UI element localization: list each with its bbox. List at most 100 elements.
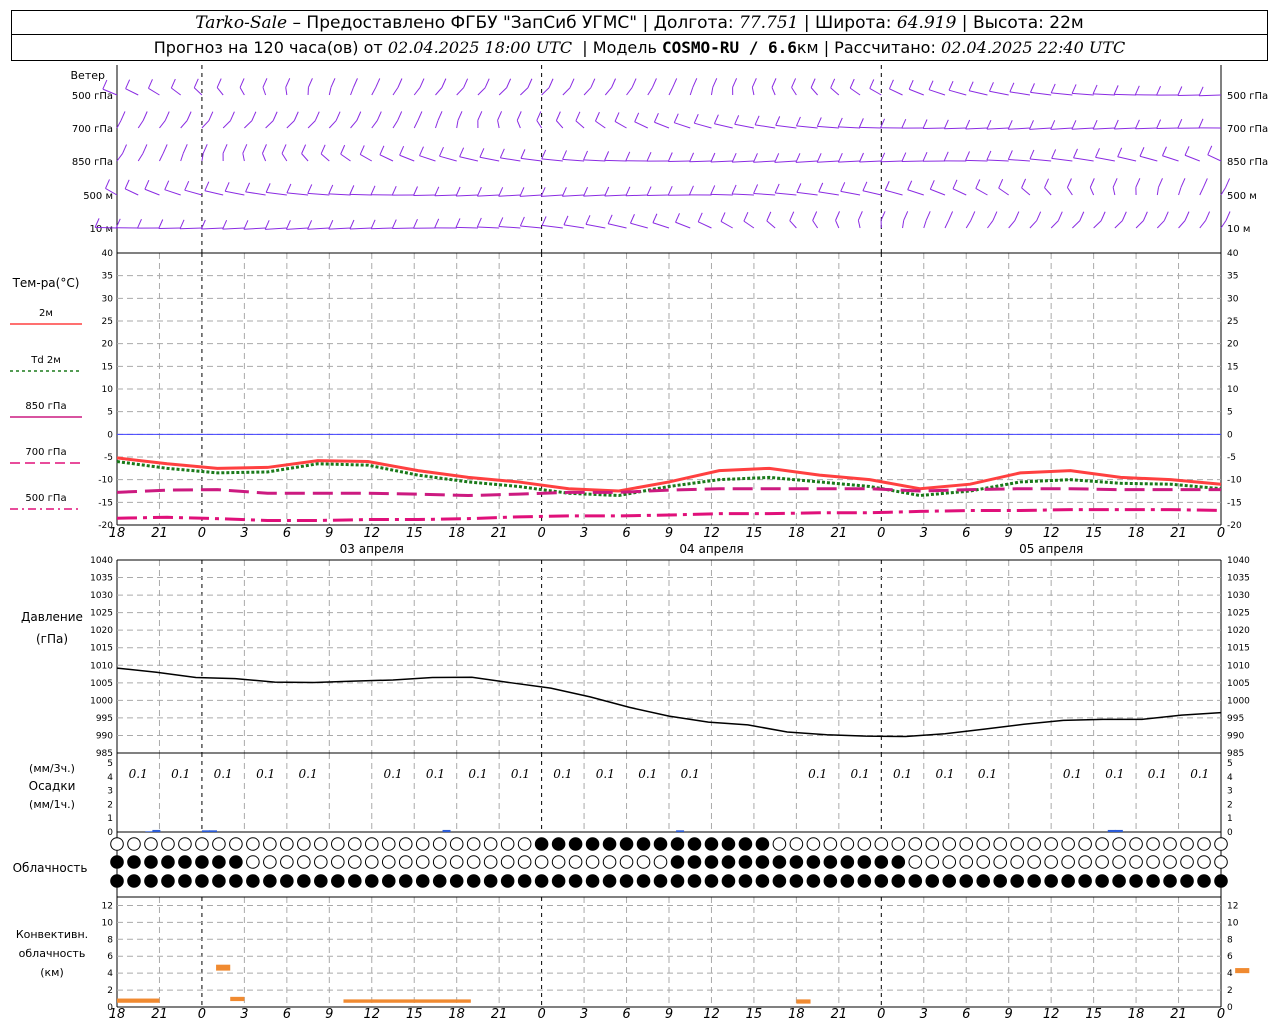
pressure-tick-left: 1005 xyxy=(90,679,113,689)
wind-barb xyxy=(583,87,592,96)
wind-barb-feather xyxy=(335,111,341,121)
wind-barb-feather xyxy=(998,178,1004,189)
wind-barb-feather xyxy=(1021,178,1027,189)
wind-barb-feather xyxy=(859,152,864,163)
hour-tick-label: 0 xyxy=(537,526,545,541)
wind-barb xyxy=(1044,187,1052,196)
wind-barb xyxy=(652,222,670,229)
temp-tick-left: -15 xyxy=(98,498,113,508)
wind-barb-feather xyxy=(771,78,777,88)
wind-barb-feather xyxy=(1007,120,1013,130)
cloud-symbol xyxy=(314,874,328,888)
wind-barb xyxy=(720,221,733,229)
wind-barb-feather xyxy=(1029,149,1035,160)
cloud-symbol xyxy=(1163,837,1177,851)
cloud-symbol xyxy=(161,837,175,851)
wind-barb xyxy=(392,227,415,230)
cloud-symbol xyxy=(687,874,702,888)
wind-barb-feather xyxy=(731,152,737,163)
cloud-symbol xyxy=(195,837,209,851)
wind-barb-feather xyxy=(285,220,291,230)
cloud-symbol xyxy=(110,837,124,851)
hour-tick-label: 6 xyxy=(622,526,630,541)
wind-barb-feather xyxy=(301,144,307,154)
cloud-symbol xyxy=(144,855,158,869)
pressure-tick-right: 985 xyxy=(1227,749,1244,759)
hour-tick-label: 18 xyxy=(448,1007,465,1022)
wind-barb-feather xyxy=(216,78,222,88)
wind-barb xyxy=(1117,156,1137,162)
conv-tick-right: 6 xyxy=(1227,952,1233,962)
convective-bar xyxy=(343,999,471,1003)
wind-barb xyxy=(775,124,797,129)
cloud-symbol xyxy=(721,837,736,851)
cloud-symbol xyxy=(331,837,345,851)
cloud-symbol xyxy=(178,855,192,869)
wind-barb xyxy=(626,87,633,96)
wind-barb xyxy=(562,158,585,162)
wind-barb-feather xyxy=(477,111,483,121)
temp-tick-left: -10 xyxy=(98,476,113,486)
wind-barb xyxy=(164,189,181,196)
wind-barb-feather xyxy=(710,152,716,163)
precip-tick-right: 5 xyxy=(1227,759,1233,769)
wind-barb xyxy=(371,227,394,230)
cloud-symbol xyxy=(602,855,617,869)
hour-tick-label: 18 xyxy=(448,526,465,541)
wind-barb xyxy=(989,90,1009,96)
wind-barb-feather xyxy=(888,79,894,90)
wind-barb xyxy=(907,189,924,196)
hour-tick-label: 9 xyxy=(325,1007,333,1022)
wind-barb xyxy=(307,192,330,196)
wind-barb-feather xyxy=(125,79,131,89)
precip-bar xyxy=(152,829,161,832)
wind-barb xyxy=(710,160,733,163)
wind-barb xyxy=(245,191,266,196)
cloud-symbol xyxy=(925,855,940,869)
temp-tick-right: 30 xyxy=(1227,294,1239,304)
cloud-symbol xyxy=(942,855,957,869)
wind-barb xyxy=(795,160,818,163)
wind-barb xyxy=(204,190,224,196)
wind-barb xyxy=(379,154,394,162)
cloud-symbol xyxy=(704,855,719,869)
temp-tick-right: 40 xyxy=(1227,249,1239,259)
wind-barb-feather xyxy=(653,113,659,123)
hour-tick-label: 15 xyxy=(1085,526,1102,541)
wind-barb-feather xyxy=(1044,178,1049,188)
temp-tick-right: -10 xyxy=(1227,476,1242,486)
temp-legend-label: 700 гПа xyxy=(25,447,66,458)
wind-barb xyxy=(986,127,1009,130)
precip-value-label: 0.1 xyxy=(171,767,190,781)
wind-barb xyxy=(689,160,712,163)
cloud-symbol xyxy=(874,855,889,869)
cloud-symbol xyxy=(449,855,464,869)
wind-barb-feather xyxy=(712,78,718,88)
wind-barb-feather xyxy=(1057,211,1063,221)
hour-tick-label: 6 xyxy=(962,1007,970,1022)
wind-level-label-right: 700 гПа xyxy=(1227,124,1268,135)
wind-barb xyxy=(668,87,674,96)
cloud-symbol xyxy=(738,855,753,869)
wind-barb xyxy=(771,87,776,96)
precip-axis-title: Осадки xyxy=(29,779,76,793)
pressure-tick-left: 1035 xyxy=(90,574,113,584)
wind-barb xyxy=(869,88,882,96)
wind-barb xyxy=(556,120,564,129)
wind-barb xyxy=(849,87,861,96)
wind-barb-feather xyxy=(251,111,257,121)
wind-barb xyxy=(520,225,542,229)
precip-tick-left: 5 xyxy=(107,759,113,769)
precip-value-label: 0.1 xyxy=(1148,767,1167,781)
wind-barb-feather xyxy=(732,78,738,88)
wind-barb xyxy=(840,190,861,196)
hour-tick-label: 3 xyxy=(580,1007,588,1022)
precip-bar xyxy=(201,830,210,832)
wind-barb-feather xyxy=(391,185,397,196)
wind-barb-feather xyxy=(413,186,418,196)
cloud-symbol xyxy=(857,874,872,888)
precip-value-label: 0.1 xyxy=(256,767,275,781)
cloud-symbol xyxy=(959,837,974,851)
temp-tick-right: 25 xyxy=(1227,317,1238,327)
cloud-symbol xyxy=(280,837,294,851)
